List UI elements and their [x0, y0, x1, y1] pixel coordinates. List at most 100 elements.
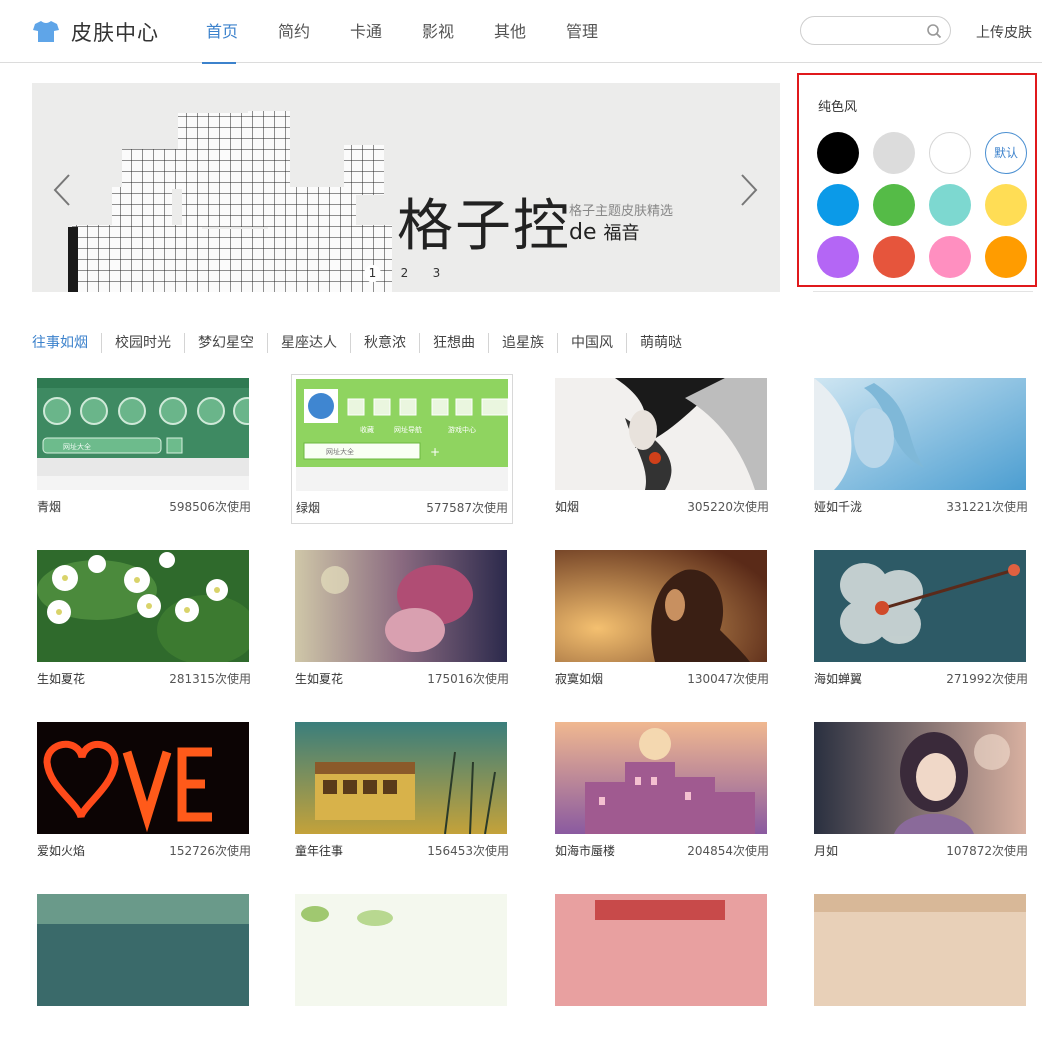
skin-card[interactable]: 生如夏花 175016次使用 [291, 546, 513, 696]
swatch-green[interactable] [873, 184, 915, 226]
swatch-default[interactable]: 默认 [985, 132, 1027, 174]
skin-usage: 281315次使用 [169, 672, 251, 686]
skin-usage: 331221次使用 [946, 500, 1028, 514]
swatch-black[interactable] [817, 132, 859, 174]
category-tab[interactable]: 梦幻星空 [185, 333, 268, 353]
skin-name: 童年往事 [295, 844, 344, 858]
swatch-teal[interactable] [929, 184, 971, 226]
category-tab[interactable]: 往事如烟 [32, 333, 102, 353]
search-box [800, 16, 951, 45]
skin-thumbnail [295, 894, 507, 1006]
next-arrow-icon[interactable] [739, 173, 759, 207]
skin-usage: 204854次使用 [687, 844, 769, 858]
prev-arrow-icon[interactable] [52, 173, 72, 207]
skin-usage: 130047次使用 [687, 672, 769, 686]
swatch-orange[interactable] [985, 236, 1027, 278]
panel-title: 纯色风 [818, 100, 858, 115]
carousel-dot-3[interactable]: 3 [428, 265, 445, 282]
skin-thumbnail [37, 722, 249, 834]
nav-manage[interactable]: 管理 [546, 0, 618, 63]
site-title[interactable]: 皮肤中心 [71, 17, 159, 47]
solid-color-panel: 纯色风 默认 [797, 73, 1037, 287]
skin-usage: 152726次使用 [169, 844, 251, 858]
banner-tagline-text: 福音 [603, 223, 640, 244]
swatch-pink[interactable] [929, 236, 971, 278]
skin-name: 生如夏花 [295, 672, 344, 686]
nav-other[interactable]: 其他 [474, 0, 546, 63]
divider [813, 291, 1033, 292]
skin-name: 青烟 [37, 500, 62, 514]
skin-card[interactable] [33, 890, 255, 1040]
swatch-red[interactable] [873, 236, 915, 278]
skin-usage: 175016次使用 [427, 672, 509, 686]
category-tab[interactable]: 追星族 [489, 333, 558, 353]
skin-card[interactable] [810, 890, 1032, 1040]
search-input[interactable] [813, 21, 923, 41]
search-icon[interactable] [926, 23, 942, 39]
skin-card[interactable]: 月如 107872次使用 [810, 718, 1032, 868]
skin-thumbnail [295, 550, 507, 662]
thumb-tab-text: 网址大全 [326, 447, 354, 456]
skin-thumbnail: 收藏 网址导航 游戏中心 网址大全 + [296, 379, 508, 491]
skin-card[interactable]: 童年往事 156453次使用 [291, 718, 513, 868]
skin-thumbnail [814, 894, 1026, 1006]
skin-name: 生如夏花 [37, 672, 86, 686]
skin-thumbnail [555, 722, 767, 834]
skin-name: 寂寞如烟 [555, 672, 604, 686]
nav-cartoon[interactable]: 卡通 [330, 0, 402, 63]
nav-movie[interactable]: 影视 [402, 0, 474, 63]
skin-usage: 577587次使用 [426, 501, 508, 515]
skin-name: 海如蝉翼 [814, 672, 863, 686]
skin-thumbnail: 网址大全 [37, 378, 249, 490]
skin-name: 月如 [814, 844, 839, 858]
category-tab[interactable]: 萌萌哒 [627, 333, 695, 353]
swatch-purple[interactable] [817, 236, 859, 278]
category-tabs: 往事如烟 校园时光 梦幻星空 星座达人 秋意浓 狂想曲 追星族 中国风 萌萌哒 [32, 333, 695, 353]
skin-card[interactable]: 如烟 305220次使用 [551, 374, 773, 524]
skin-card[interactable]: 爱如火焰 152726次使用 [33, 718, 255, 868]
banner-subtitle: 格子主题皮肤精选 [569, 204, 674, 219]
skin-card[interactable] [551, 890, 773, 1040]
carousel-dot-1[interactable]: 1 [364, 265, 381, 282]
skin-name: 娅如千泷 [814, 500, 863, 514]
banner-carousel[interactable]: 格子控 格子主题皮肤精选 de 福音 1 2 3 [32, 83, 780, 292]
skin-card[interactable]: 网址大全 青烟 598506次使用 [33, 374, 255, 524]
color-swatches: 默认 [817, 132, 1027, 278]
tshirt-logo-icon [33, 21, 59, 42]
category-tab[interactable]: 星座达人 [268, 333, 351, 353]
skin-name: 绿烟 [296, 501, 321, 515]
nav-simple[interactable]: 简约 [258, 0, 330, 63]
category-tab[interactable]: 中国风 [558, 333, 627, 353]
skin-usage: 271992次使用 [946, 672, 1028, 686]
skin-thumbnail [814, 722, 1026, 834]
banner-tagline: de 福音 [569, 219, 640, 245]
swatch-white[interactable] [929, 132, 971, 174]
swatch-gray[interactable] [873, 132, 915, 174]
skin-card[interactable]: 海如蝉翼 271992次使用 [810, 546, 1032, 696]
skin-thumbnail [555, 894, 767, 1006]
thumb-nav3-text: 游戏中心 [448, 425, 476, 434]
skin-card[interactable] [291, 890, 513, 1040]
skin-card[interactable]: 寂寞如烟 130047次使用 [551, 546, 773, 696]
skin-thumbnail [37, 550, 249, 662]
carousel-dot-2[interactable]: 2 [396, 265, 413, 282]
skin-thumbnail [555, 550, 767, 662]
skin-name: 爱如火焰 [37, 844, 86, 858]
nav-home[interactable]: 首页 [186, 0, 258, 64]
skin-card[interactable]: 生如夏花 281315次使用 [33, 546, 255, 696]
category-tab[interactable]: 校园时光 [102, 333, 185, 353]
category-tab[interactable]: 秋意浓 [351, 333, 420, 353]
swatch-blue[interactable] [817, 184, 859, 226]
category-tab[interactable]: 狂想曲 [420, 333, 489, 353]
skin-usage: 305220次使用 [687, 500, 769, 514]
skin-card[interactable]: 娅如千泷 331221次使用 [810, 374, 1032, 524]
skin-card[interactable]: 收藏 网址导航 游戏中心 网址大全 + 绿烟 577587次使用 [291, 374, 513, 524]
skin-card[interactable]: 如海市蜃楼 204854次使用 [551, 718, 773, 868]
thumb-nav1-text: 收藏 [360, 425, 374, 434]
skin-thumbnail [814, 378, 1026, 490]
main-nav: 首页 简约 卡通 影视 其他 管理 [186, 0, 618, 64]
svg-text:+: + [430, 445, 440, 459]
skin-name: 如烟 [555, 500, 580, 514]
swatch-yellow[interactable] [985, 184, 1027, 226]
upload-skin-link[interactable]: 上传皮肤 [976, 22, 1032, 42]
